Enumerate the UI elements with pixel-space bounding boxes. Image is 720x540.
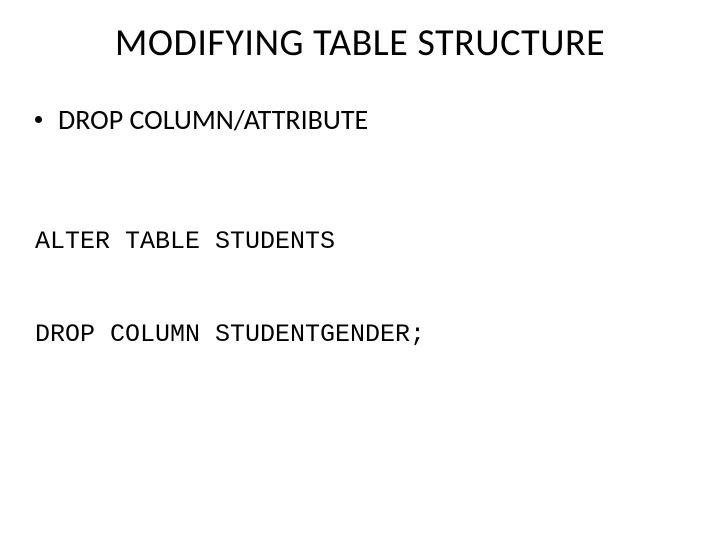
code-block: ALTER TABLE STUDENTS DROP COLUMN STUDENT… [0,163,720,413]
slide-title: MODIFYING TABLE STRUCTURE [0,20,720,66]
slide: MODIFYING TABLE STRUCTURE DROP COLUMN/AT… [0,0,720,540]
code-line-2: DROP COLUMN STUDENTGENDER; [35,319,720,350]
bullet-item: DROP COLUMN/ATTRIBUTE [0,102,720,137]
bullet-icon [35,116,42,123]
code-line-1: ALTER TABLE STUDENTS [35,226,720,257]
bullet-text: DROP COLUMN/ATTRIBUTE [58,102,368,137]
